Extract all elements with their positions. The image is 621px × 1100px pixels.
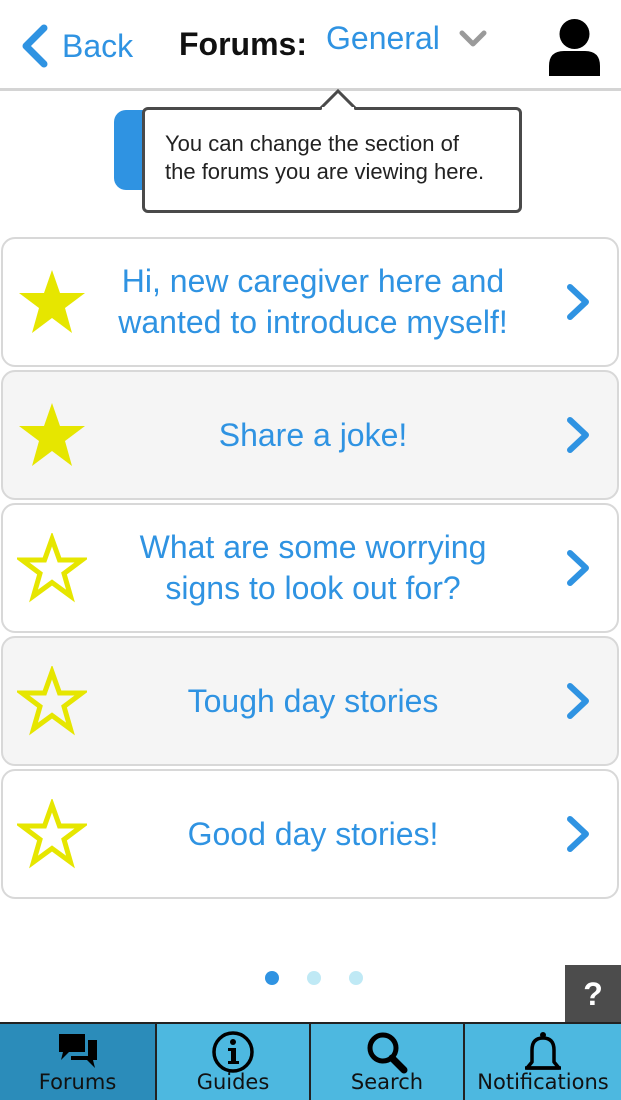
forums-label: Forums: xyxy=(179,26,307,62)
tab-forums[interactable]: Forums xyxy=(0,1024,157,1100)
thread-title: What are some worrying signs to look out… xyxy=(107,527,519,609)
tab-label: Search xyxy=(350,1070,424,1094)
chevron-right-icon xyxy=(567,816,589,852)
chat-icon xyxy=(58,1034,97,1068)
page-dot[interactable] xyxy=(349,971,363,985)
star-filled-icon[interactable] xyxy=(17,267,87,337)
section-tooltip: You can change the section of the forums… xyxy=(142,107,522,213)
chevron-right-icon xyxy=(567,550,589,586)
tab-guides[interactable]: Guides xyxy=(157,1024,311,1100)
thread-title-line1: What are some worrying xyxy=(139,529,487,565)
info-icon xyxy=(212,1031,254,1073)
thread-title: Good day stories! xyxy=(187,815,439,852)
thread-item[interactable]: Tough day stories xyxy=(1,636,619,766)
chevron-right-icon xyxy=(567,683,589,719)
tooltip-text-line1: You can change the section of xyxy=(165,131,459,156)
tooltip-text-line2: the forums you are viewing here. xyxy=(165,159,485,184)
page-dot[interactable] xyxy=(307,971,321,985)
star-outline-icon[interactable] xyxy=(17,533,87,603)
top-bar: Back Forums: General xyxy=(0,0,621,91)
tab-notifications[interactable]: Notifications xyxy=(465,1024,621,1100)
bottom-tab-bar: Forums Guides Search Notifications xyxy=(0,1022,621,1100)
bell-icon xyxy=(525,1032,561,1070)
thread-title-line2: wanted to introduce myself! xyxy=(118,304,508,340)
thread-item[interactable]: Share a joke! xyxy=(1,370,619,500)
thread-item[interactable]: Hi, new caregiver here and wanted to int… xyxy=(1,237,619,367)
section-value: General xyxy=(326,20,440,56)
page-indicator xyxy=(265,971,365,987)
chevron-down-icon xyxy=(459,30,487,46)
tab-label: Notifications xyxy=(477,1070,609,1094)
thread-title: Tough day stories xyxy=(187,682,439,719)
back-button[interactable]: Back xyxy=(18,22,133,70)
back-label: Back xyxy=(62,27,134,64)
thread-title-line2: signs to look out for? xyxy=(165,570,461,606)
thread-item[interactable]: What are some worrying signs to look out… xyxy=(1,503,619,633)
star-filled-icon[interactable] xyxy=(17,400,87,470)
search-icon xyxy=(367,1032,408,1074)
tab-label: Forums xyxy=(38,1070,117,1094)
section-dropdown[interactable]: General xyxy=(326,20,488,57)
star-outline-icon[interactable] xyxy=(17,666,87,736)
tooltip-arrow-joint xyxy=(322,107,354,111)
thread-title: Hi, new caregiver here and wanted to int… xyxy=(107,261,519,343)
chevron-left-icon xyxy=(22,24,48,68)
page-dot-active[interactable] xyxy=(265,971,279,985)
help-button[interactable]: ? xyxy=(565,965,621,1023)
chevron-right-icon xyxy=(567,417,589,453)
tab-search[interactable]: Search xyxy=(311,1024,465,1100)
user-icon[interactable] xyxy=(547,18,602,76)
thread-item[interactable]: Good day stories! xyxy=(1,769,619,899)
thread-title-line1: Hi, new caregiver here and xyxy=(121,263,505,299)
star-outline-icon[interactable] xyxy=(17,799,87,869)
thread-title: Share a joke! xyxy=(218,416,408,453)
tab-label: Guides xyxy=(196,1070,270,1094)
chevron-right-icon xyxy=(567,284,589,320)
